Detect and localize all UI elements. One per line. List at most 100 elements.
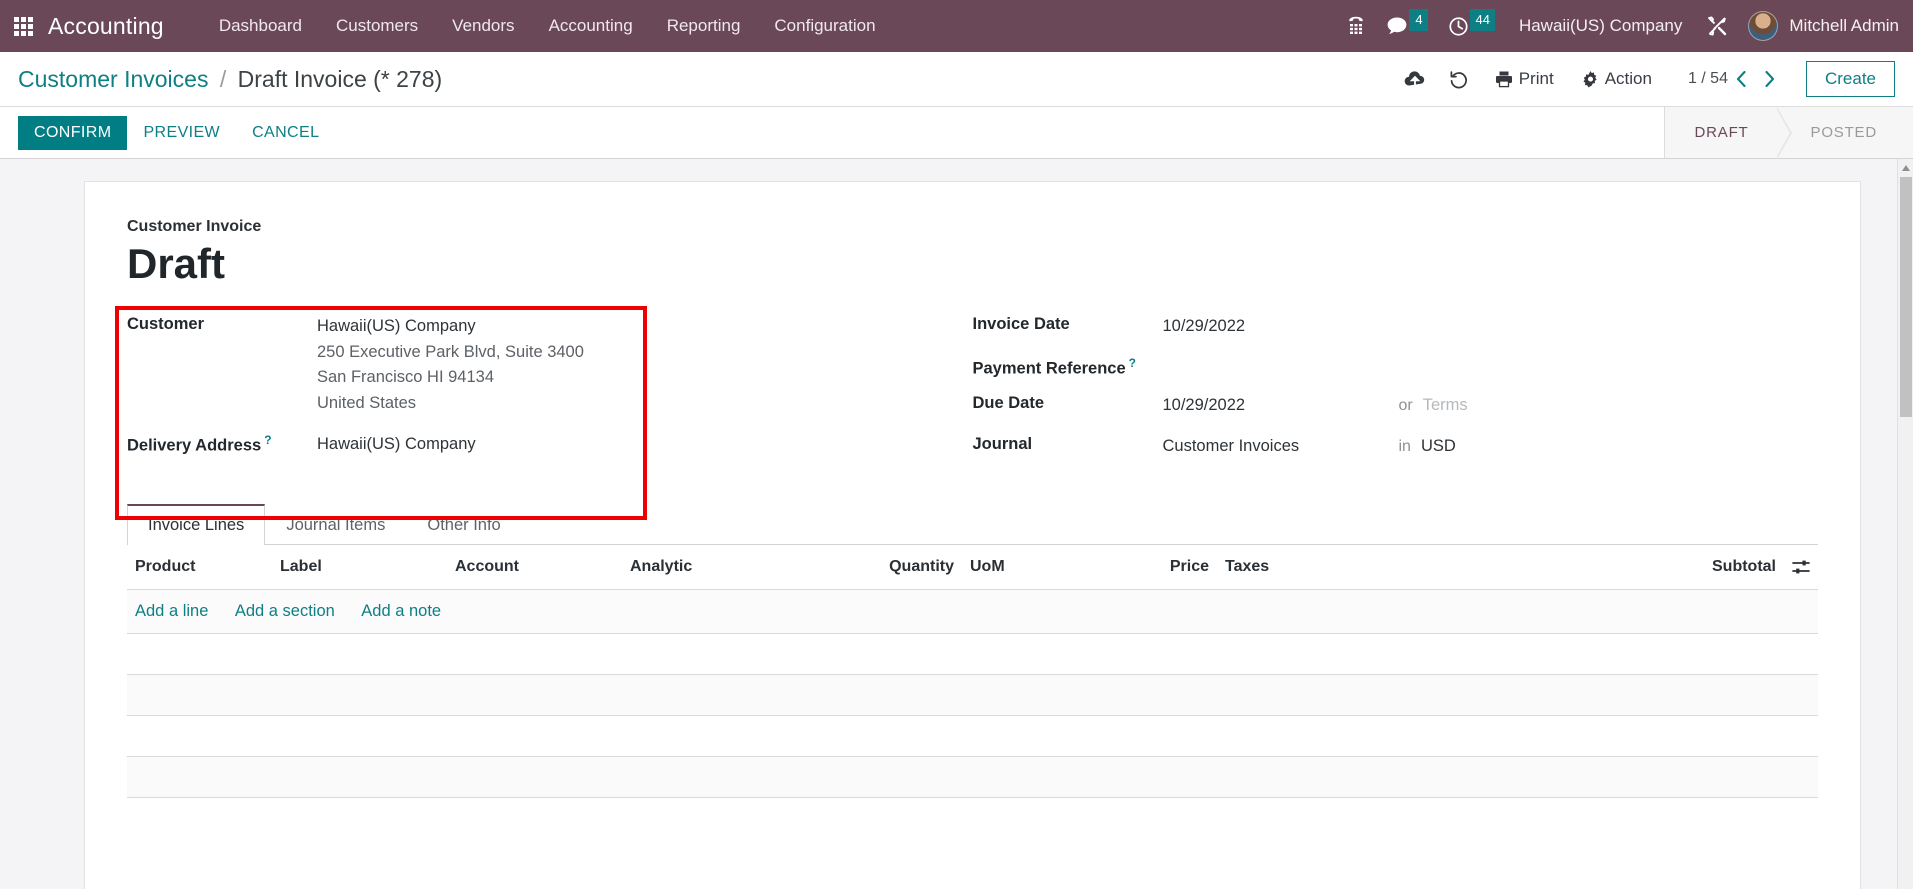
dialpad-button[interactable] (1336, 0, 1376, 52)
form-view-content: Customer Invoice Draft Customer Hawaii(U… (0, 159, 1913, 889)
discard-button[interactable] (1437, 59, 1481, 99)
field-invoice-date: Invoice Date 10/29/2022 (973, 314, 1819, 340)
pager-value[interactable]: 1 / 54 (1688, 70, 1728, 88)
status-draft-label: DRAFT (1694, 124, 1749, 141)
due-date-value[interactable]: 10/29/2022 (1163, 393, 1399, 419)
record-title: Draft (127, 240, 226, 287)
column-account[interactable]: Account (447, 545, 622, 591)
create-button[interactable]: Create (1805, 60, 1895, 98)
breadcrumb-current: Draft Invoice (* 278) (237, 65, 443, 92)
field-delivery-address-label: Delivery Address? (127, 432, 317, 456)
control-panel-buttons: Print Action 1 / 54 Create (1393, 59, 1895, 99)
pager-previous-button[interactable] (1728, 62, 1756, 96)
invoice-lines-table: Product Label Account Analytic Quantity … (127, 545, 1818, 799)
breadcrumb-parent[interactable]: Customer Invoices (18, 66, 208, 92)
add-a-line-link[interactable]: Add a line (135, 602, 208, 621)
optional-columns-button[interactable] (1784, 545, 1818, 591)
pager: 1 / 54 (1688, 62, 1784, 96)
empty-row (127, 756, 1818, 799)
empty-cell (127, 674, 1818, 717)
user-menu[interactable]: Mitchell Admin (1738, 11, 1899, 41)
empty-row (127, 674, 1818, 717)
save-button[interactable] (1393, 59, 1437, 99)
payment-reference-help-icon[interactable]: ? (1129, 356, 1136, 370)
field-invoice-date-label: Invoice Date (972, 315, 1070, 334)
tab-other-info[interactable]: Other Info (406, 504, 521, 545)
menu-item-customers[interactable]: Customers (319, 0, 435, 52)
messages-button[interactable]: 4 (1376, 0, 1438, 52)
add-a-section-link[interactable]: Add a section (235, 602, 335, 621)
confirm-button[interactable]: CONFIRM (18, 115, 128, 150)
notebook-tabs: Invoice Lines Journal Items Other Info (127, 504, 1818, 546)
menu-item-vendors[interactable]: Vendors (435, 0, 531, 52)
field-customer-label: Customer (127, 315, 205, 334)
avatar (1748, 11, 1779, 41)
invoice-date-value[interactable]: 10/29/2022 (1163, 314, 1246, 340)
systray: 4 44 Hawaii(US) Company Mitchell Admin (1336, 0, 1913, 52)
add-a-note-link[interactable]: Add a note (361, 602, 441, 621)
app-brand[interactable]: Accounting (46, 13, 170, 40)
currency-value[interactable]: USD (1421, 437, 1456, 456)
delivery-address-help-icon[interactable]: ? (264, 433, 271, 447)
field-payment-reference: Payment Reference? (973, 355, 1819, 379)
tab-journal-items[interactable]: Journal Items (265, 504, 406, 545)
pager-next-button[interactable] (1756, 62, 1784, 96)
column-price[interactable]: Price (1147, 545, 1217, 591)
action-button[interactable]: Action (1568, 59, 1666, 99)
column-taxes[interactable]: Taxes (1217, 545, 1397, 591)
preview-button[interactable]: PREVIEW (127, 116, 236, 150)
breadcrumb-separator: / (219, 65, 227, 92)
tab-invoice-lines[interactable]: Invoice Lines (127, 504, 266, 546)
empty-row (127, 633, 1818, 676)
delivery-address-label-text: Delivery Address (127, 436, 262, 455)
menu-item-configuration[interactable]: Configuration (757, 0, 892, 52)
column-uom[interactable]: UoM (962, 545, 1147, 591)
field-delivery-address: Delivery Address? Hawaii(US) Company (127, 432, 933, 458)
print-button[interactable]: Print (1481, 59, 1568, 99)
company-switcher[interactable]: Hawaii(US) Company (1505, 16, 1696, 36)
column-product[interactable]: Product (127, 545, 272, 591)
invoice-lines-header: Product Label Account Analytic Quantity … (127, 545, 1818, 591)
statusbar: CONFIRM PREVIEW CANCEL DRAFT POSTED (0, 106, 1913, 159)
print-label: Print (1518, 69, 1554, 88)
scroll-up-button[interactable] (1898, 159, 1913, 176)
payment-reference-label-text: Payment Reference (972, 359, 1126, 378)
delivery-address-value[interactable]: Hawaii(US) Company (317, 432, 476, 458)
developer-tools-button[interactable] (1696, 0, 1738, 52)
record-type-label: Customer Invoice (127, 218, 262, 235)
status-draft[interactable]: DRAFT (1664, 107, 1792, 159)
add-row-controls: Add a line Add a section Add a note (127, 589, 1818, 635)
apps-grid-icon (13, 16, 33, 36)
vertical-scrollbar[interactable] (1897, 159, 1913, 889)
apps-menu-toggle[interactable] (0, 0, 46, 52)
column-label[interactable]: Label (272, 545, 447, 591)
due-date-group: 10/29/2022 or Terms (1163, 393, 1468, 419)
customer-name[interactable]: Hawaii(US) Company (317, 314, 584, 340)
status-posted[interactable]: POSTED (1776, 107, 1913, 158)
menu-item-dashboard[interactable]: Dashboard (202, 0, 319, 52)
payment-terms-input[interactable]: Terms (1423, 396, 1468, 415)
menu-item-reporting[interactable]: Reporting (650, 0, 758, 52)
statusbar-states: DRAFT POSTED (1663, 107, 1913, 159)
breadcrumb: Customer Invoices / Draft Invoice (* 278… (18, 66, 442, 93)
field-journal: Journal Customer Invoices in USD (973, 434, 1819, 460)
form-column-left: Customer Hawaii(US) Company 250 Executiv… (115, 306, 973, 521)
add-row-cell: Add a line Add a section Add a note (127, 589, 1818, 635)
journal-value[interactable]: Customer Invoices (1163, 434, 1399, 460)
field-customer: Customer Hawaii(US) Company 250 Executiv… (127, 314, 933, 416)
column-quantity[interactable]: Quantity (852, 545, 962, 591)
field-customer-value-group[interactable]: Hawaii(US) Company 250 Executive Park Bl… (317, 314, 584, 416)
activities-count-badge: 44 (1470, 9, 1495, 31)
menu-item-accounting[interactable]: Accounting (532, 0, 650, 52)
printer-icon (1495, 70, 1513, 88)
gear-icon (1582, 70, 1599, 88)
activities-button[interactable]: 44 (1438, 0, 1504, 52)
clock-icon (1448, 16, 1469, 37)
action-label: Action (1604, 69, 1652, 88)
due-date-joiner: or (1398, 397, 1413, 415)
scroll-thumb[interactable] (1900, 177, 1912, 417)
cancel-button[interactable]: CANCEL (236, 116, 335, 150)
empty-cell (127, 633, 1818, 676)
column-analytic[interactable]: Analytic (622, 545, 852, 591)
column-subtotal[interactable]: Subtotal (1397, 545, 1784, 591)
